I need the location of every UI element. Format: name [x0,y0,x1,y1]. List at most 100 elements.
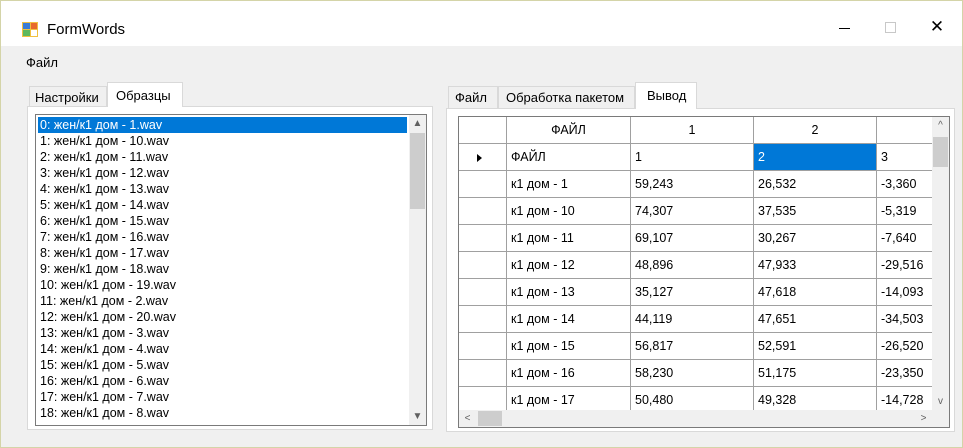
samples-listbox[interactable]: 0: жен/к1 дом - 1.wav 1: жен/к1 дом - 10.… [35,114,427,426]
table-cell[interactable]: 56,817 [631,333,754,360]
grid-vscroll-thumb[interactable] [933,137,948,167]
grid-scroll-left-icon[interactable]: < [459,410,476,427]
table-cell[interactable]: к1 дом - 15 [507,333,631,360]
row-header[interactable] [459,333,507,360]
table-row: ФАЙЛ 1 2 3 [459,144,933,171]
tab-samples-label: Образцы [116,88,171,103]
table-cell[interactable]: 2 [754,144,877,171]
grid-top-left-header[interactable] [459,117,507,144]
table-cell[interactable]: 37,535 [754,198,877,225]
grid-scroll-up-icon[interactable]: ^ [932,117,949,134]
list-item[interactable]: 9: жен/к1 дом - 18.wav [38,261,407,277]
grid-scroll-right-icon[interactable]: > [915,410,932,427]
list-item[interactable]: 7: жен/к1 дом - 16.wav [38,229,407,245]
table-cell[interactable]: -7,640 [877,225,933,252]
column-header[interactable] [877,117,933,144]
row-header[interactable] [459,252,507,279]
tab-settings-label: Настройки [35,90,99,105]
column-header[interactable]: 2 [754,117,877,144]
list-item[interactable]: 17: жен/к1 дом - 7.wav [38,389,407,405]
table-cell[interactable]: 74,307 [631,198,754,225]
row-header[interactable] [459,360,507,387]
row-header[interactable] [459,306,507,333]
list-item[interactable]: 3: жен/к1 дом - 12.wav [38,165,407,181]
scroll-thumb[interactable] [410,133,425,209]
close-icon: ✕ [929,17,945,36]
minimize-button[interactable] [821,7,867,47]
table-cell[interactable]: 59,243 [631,171,754,198]
table-cell[interactable]: 47,618 [754,279,877,306]
tab-samples[interactable]: Образцы [107,82,183,107]
row-header[interactable] [459,144,507,171]
list-item[interactable]: 4: жен/к1 дом - 13.wav [38,181,407,197]
table-cell[interactable]: -14,093 [877,279,933,306]
tab-file[interactable]: Файл [448,86,498,109]
close-button[interactable]: ✕ [914,7,960,47]
table-cell[interactable]: к1 дом - 1 [507,171,631,198]
grid-horizontal-scrollbar[interactable]: < > [459,410,932,427]
table-cell[interactable]: -29,516 [877,252,933,279]
output-data-grid[interactable]: ФАЙЛ 1 2 ФАЙЛ 1 2 3 к1 дом - 1 59,243 26,532 -3,36… [458,116,950,428]
row-header[interactable] [459,225,507,252]
list-item[interactable]: 12: жен/к1 дом - 20.wav [38,309,407,325]
table-cell[interactable]: 47,933 [754,252,877,279]
list-item[interactable]: 14: жен/к1 дом - 4.wav [38,341,407,357]
table-cell[interactable]: к1 дом - 16 [507,360,631,387]
maximize-button[interactable] [867,7,913,47]
table-cell[interactable]: 47,651 [754,306,877,333]
tab-file-label: Файл [455,90,487,105]
table-cell[interactable]: -26,520 [877,333,933,360]
list-item[interactable]: 15: жен/к1 дом - 5.wav [38,357,407,373]
list-item[interactable]: 1: жен/к1 дом - 10.wav [38,133,407,149]
table-cell[interactable]: 3 [877,144,933,171]
list-item[interactable]: 11: жен/к1 дом - 2.wav [38,293,407,309]
table-row: к1 дом - 1 59,243 26,532 -3,360 [459,171,933,198]
table-cell[interactable]: к1 дом - 14 [507,306,631,333]
table-cell[interactable]: 35,127 [631,279,754,306]
table-cell[interactable]: 26,532 [754,171,877,198]
list-item[interactable]: 8: жен/к1 дом - 17.wav [38,245,407,261]
list-item[interactable]: 6: жен/к1 дом - 15.wav [38,213,407,229]
column-header[interactable]: ФАЙЛ [507,117,631,144]
list-item[interactable]: 5: жен/к1 дом - 14.wav [38,197,407,213]
grid-scroll-down-icon[interactable]: v [932,393,949,410]
table-cell[interactable]: 52,591 [754,333,877,360]
tab-batch-processing[interactable]: Обработка пакетом [498,86,635,109]
row-header[interactable] [459,198,507,225]
menu-file[interactable]: Файл [26,55,58,70]
tab-output[interactable]: Вывод [635,82,697,109]
table-cell[interactable]: 1 [631,144,754,171]
table-cell[interactable]: ФАЙЛ [507,144,631,171]
listbox-vertical-scrollbar[interactable]: ▲ ▼ [409,115,426,425]
table-cell[interactable]: -34,503 [877,306,933,333]
list-item[interactable]: 13: жен/к1 дом - 3.wav [38,325,407,341]
grid-vertical-scrollbar[interactable]: ^ v [932,117,949,410]
table-cell[interactable]: -3,360 [877,171,933,198]
table-cell[interactable]: 30,267 [754,225,877,252]
scroll-up-icon[interactable]: ▲ [409,115,426,132]
table-cell[interactable]: к1 дом - 10 [507,198,631,225]
tab-settings[interactable]: Настройки [29,86,107,107]
table-cell[interactable]: -23,350 [877,360,933,387]
table-cell[interactable]: 44,119 [631,306,754,333]
table-cell[interactable]: к1 дом - 13 [507,279,631,306]
menu-bar: Файл [1,46,962,76]
list-item[interactable]: 2: жен/к1 дом - 11.wav [38,149,407,165]
table-cell[interactable]: к1 дом - 12 [507,252,631,279]
scroll-down-icon[interactable]: ▼ [409,408,426,425]
table-cell[interactable]: к1 дом - 11 [507,225,631,252]
list-item[interactable]: 10: жен/к1 дом - 19.wav [38,277,407,293]
table-cell[interactable]: 51,175 [754,360,877,387]
table-cell[interactable]: 69,107 [631,225,754,252]
list-item[interactable]: 0: жен/к1 дом - 1.wav [38,117,407,133]
table-cell[interactable]: 48,896 [631,252,754,279]
list-item[interactable]: 18: жен/к1 дом - 8.wav [38,405,407,421]
grid-hscroll-thumb[interactable] [478,411,502,426]
listbox-items: 0: жен/к1 дом - 1.wav 1: жен/к1 дом - 10.… [38,117,407,421]
list-item[interactable]: 16: жен/к1 дом - 6.wav [38,373,407,389]
row-header[interactable] [459,171,507,198]
table-cell[interactable]: -5,319 [877,198,933,225]
table-cell[interactable]: 58,230 [631,360,754,387]
row-header[interactable] [459,279,507,306]
column-header[interactable]: 1 [631,117,754,144]
